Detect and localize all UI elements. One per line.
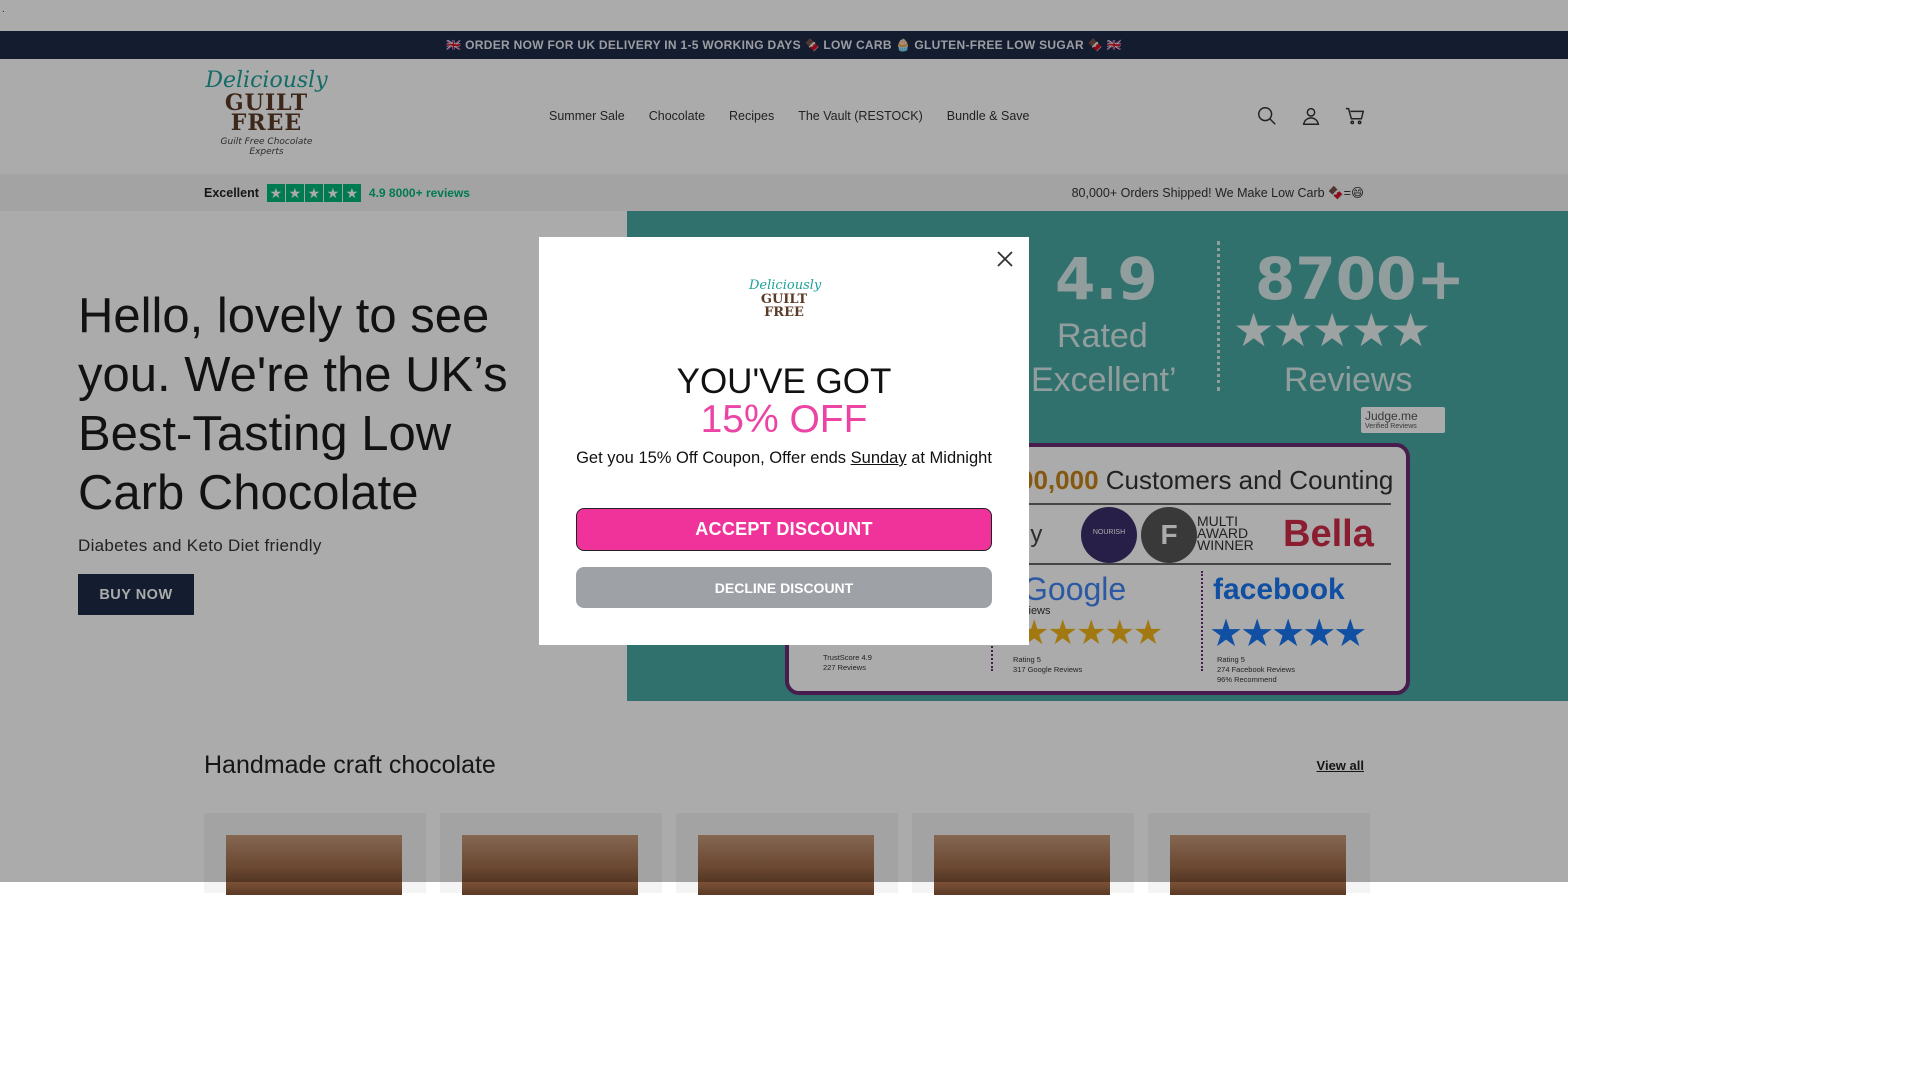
modal-heading: YOU'VE GOT [676,362,892,401]
accept-discount-button[interactable]: ACCEPT DISCOUNT [576,508,992,551]
modal-offer: 15% OFF [700,398,868,441]
modal-logo-script: Deliciously [749,278,822,293]
discount-modal: Deliciously GUILT FREE YOU'VE GOT 15% OF… [539,237,1029,645]
close-icon[interactable] [993,247,1017,271]
modal-logo: Deliciously GUILT FREE [749,278,822,320]
modal-message: Get you 15% Off Coupon, Offer ends Sunda… [539,449,1029,468]
modal-message-after: at Midnight [906,449,992,467]
modal-logo-free: FREE [764,305,804,320]
modal-message-day: Sunday [850,449,907,467]
decline-discount-button[interactable]: DECLINE DISCOUNT [576,567,992,608]
modal-message-before: Get you 15% Off Coupon, Offer ends [576,449,851,467]
